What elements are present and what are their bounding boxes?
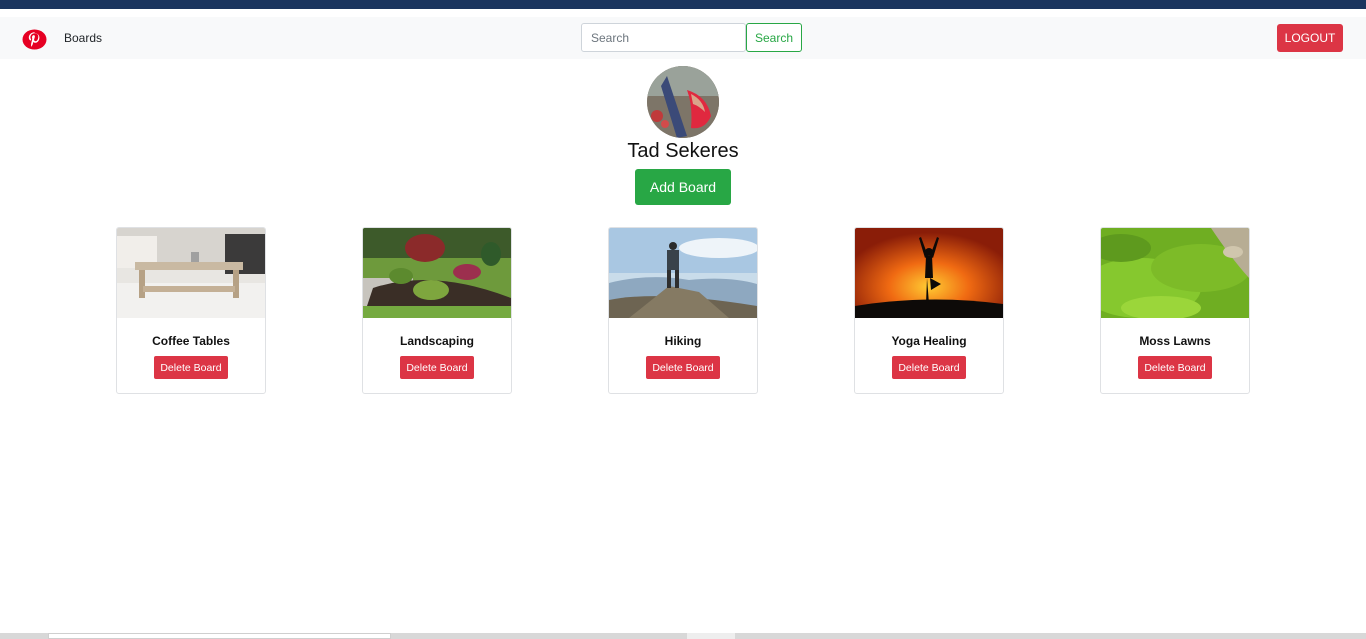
delete-board-button[interactable]: Delete Board bbox=[154, 356, 228, 379]
horizontal-scrollbar[interactable] bbox=[0, 633, 1366, 639]
search-button[interactable]: Search bbox=[746, 23, 802, 52]
top-accent-bar bbox=[0, 0, 1366, 9]
scrollbar-thumb[interactable] bbox=[48, 633, 391, 639]
delete-board-button[interactable]: Delete Board bbox=[1138, 356, 1212, 379]
avatar bbox=[647, 66, 719, 138]
board-image-yoga-healing bbox=[855, 228, 1003, 318]
pinterest-logo-icon[interactable] bbox=[22, 27, 47, 52]
board-card-moss-lawns[interactable]: Moss Lawns Delete Board bbox=[1100, 227, 1250, 394]
delete-board-button[interactable]: Delete Board bbox=[646, 356, 720, 379]
logout-button[interactable]: LOGOUT bbox=[1277, 24, 1343, 52]
board-title: Moss Lawns bbox=[1139, 334, 1211, 348]
board-card-landscaping[interactable]: Landscaping Delete Board bbox=[362, 227, 512, 394]
board-title: Hiking bbox=[664, 334, 702, 348]
nav-boards-link[interactable]: Boards bbox=[64, 31, 102, 45]
scrollbar-segment bbox=[687, 633, 735, 639]
board-title: Coffee Tables bbox=[152, 334, 230, 348]
board-image-moss-lawns bbox=[1101, 228, 1249, 318]
board-image-landscaping bbox=[363, 228, 511, 318]
delete-board-button[interactable]: Delete Board bbox=[400, 356, 474, 379]
add-board-button[interactable]: Add Board bbox=[635, 169, 731, 205]
board-card-yoga-healing[interactable]: Yoga Healing Delete Board bbox=[854, 227, 1004, 394]
search-input[interactable] bbox=[581, 23, 746, 52]
board-image-coffee-tables bbox=[117, 228, 265, 318]
search-form: Search bbox=[581, 23, 802, 52]
board-title: Landscaping bbox=[399, 334, 474, 348]
delete-board-button[interactable]: Delete Board bbox=[892, 356, 966, 379]
profile-name: Tad Sekeres bbox=[627, 140, 739, 162]
board-card-hiking[interactable]: Hiking Delete Board bbox=[608, 227, 758, 394]
board-title: Yoga Healing bbox=[891, 334, 967, 348]
board-image-hiking bbox=[609, 228, 757, 318]
board-card-coffee-tables[interactable]: Coffee Tables Delete Board bbox=[116, 227, 266, 394]
avatar-photo bbox=[647, 66, 719, 138]
navbar: Boards Search LOGOUT bbox=[0, 17, 1366, 59]
